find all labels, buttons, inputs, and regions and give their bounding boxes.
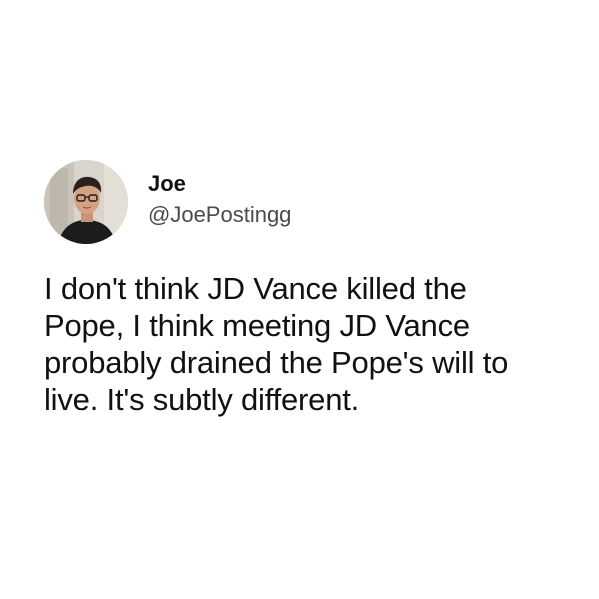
post-card: Joe @JoePostingg I don't think JD Vance … (44, 160, 564, 418)
user-handle[interactable]: @JoePostingg (148, 200, 291, 230)
display-name[interactable]: Joe (148, 170, 291, 198)
avatar-image (44, 160, 128, 244)
post-header: Joe @JoePostingg (44, 160, 564, 244)
avatar[interactable] (44, 160, 128, 244)
author-info: Joe @JoePostingg (148, 170, 291, 230)
post-text: I don't think JD Vance killed the Pope, … (44, 271, 509, 417)
